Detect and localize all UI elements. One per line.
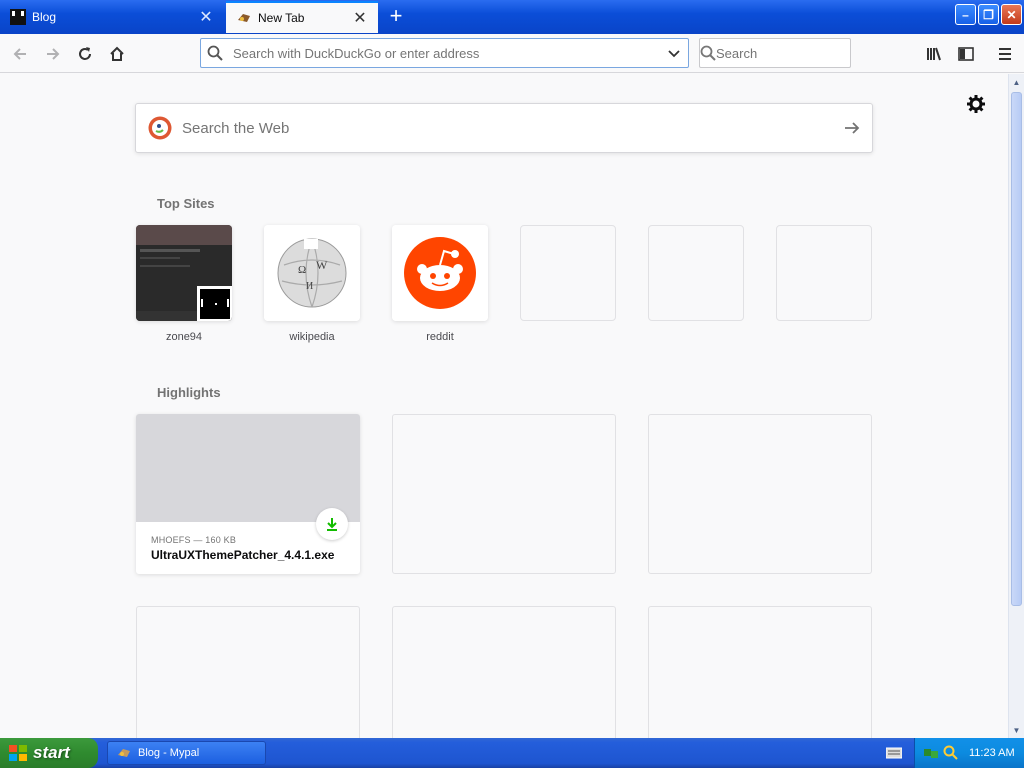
library-icon[interactable] <box>920 40 948 68</box>
scroll-down-icon[interactable]: ▼ <box>1009 722 1024 738</box>
highlight-placeholder <box>392 606 616 738</box>
search-bar[interactable] <box>699 38 892 68</box>
top-site-zone94[interactable] <box>136 225 232 321</box>
svg-text:Ω: Ω <box>298 264 306 276</box>
zone94-screenshot-icon <box>136 225 232 321</box>
close-tab-icon[interactable]: ✕ <box>198 9 214 26</box>
start-label: start <box>33 743 70 762</box>
top-site-label: wikipedia <box>289 331 335 343</box>
search-icon <box>700 45 716 61</box>
arrow-right-icon[interactable] <box>832 118 872 138</box>
highlight-card[interactable]: MHOEFS — 160 KB UltraUXThemePatcher_4.4.… <box>136 414 360 574</box>
taskbar: start Blog - Mypal 11:23 AM <box>0 738 1024 768</box>
highlight-title: UltraUXThemePatcher_4.4.1.exe <box>151 548 335 562</box>
start-button[interactable]: start <box>0 738 98 768</box>
url-bar[interactable] <box>200 38 689 68</box>
mypal-favicon-icon <box>118 749 130 757</box>
highlight-thumbnail <box>136 414 360 522</box>
web-search-input[interactable] <box>182 119 832 137</box>
blog-favicon-icon <box>10 9 26 25</box>
new-tab-page: Top Sites zone94 Ω W И wikipedia <box>0 74 1008 738</box>
menu-icon[interactable] <box>991 40 1019 68</box>
back-icon[interactable] <box>6 40 34 68</box>
top-site-label: zone94 <box>165 331 203 343</box>
tab-label: Blog <box>32 10 57 24</box>
mypal-favicon-icon <box>236 10 252 26</box>
new-tab-plus-icon[interactable]: + <box>384 4 408 28</box>
system-tray: 11:23 AM <box>914 738 1024 768</box>
close-tab-icon[interactable]: ✕ <box>352 10 368 27</box>
highlight-placeholder <box>648 606 872 738</box>
taskbar-item-label: Blog - Mypal <box>138 747 200 759</box>
tab-bar: Blog ✕ New Tab ✕ + – ❐ ✕ <box>0 0 1024 34</box>
highlights-heading: Highlights <box>157 385 221 400</box>
download-icon <box>316 508 348 540</box>
wikipedia-globe-icon: Ω W И <box>264 225 360 321</box>
url-input[interactable] <box>229 40 660 66</box>
top-site-label: reddit <box>426 331 454 343</box>
vertical-scrollbar[interactable]: ▲ ▼ <box>1008 74 1024 738</box>
highlight-placeholder <box>136 606 360 738</box>
minimize-icon[interactable]: – <box>955 4 976 25</box>
scrollbar-thumb[interactable] <box>1011 92 1022 606</box>
keyboard-icon[interactable] <box>886 746 902 760</box>
tab-new-tab[interactable]: New Tab ✕ <box>226 1 378 33</box>
scroll-up-icon[interactable]: ▲ <box>1009 74 1024 90</box>
windows-flag-icon <box>9 745 27 761</box>
taskbar-item-mypal[interactable]: Blog - Mypal <box>107 741 266 765</box>
highlight-meta: MHOEFS — 160 KB <box>151 535 237 545</box>
gear-icon[interactable] <box>966 94 986 114</box>
top-site-empty[interactable] <box>648 225 744 321</box>
tab-blog[interactable]: Blog ✕ <box>0 1 224 33</box>
svg-text:И: И <box>306 281 313 292</box>
highlight-placeholder <box>392 414 616 574</box>
tab-label: New Tab <box>258 11 305 25</box>
home-icon[interactable] <box>103 40 131 68</box>
top-sites-heading: Top Sites <box>157 196 215 211</box>
duckduckgo-icon <box>148 116 172 140</box>
sidebar-icon[interactable] <box>952 40 980 68</box>
highlight-placeholder <box>648 414 872 574</box>
reload-icon[interactable] <box>71 40 99 68</box>
web-search-box[interactable] <box>135 103 873 153</box>
top-site-wikipedia[interactable]: Ω W И <box>264 225 360 321</box>
top-site-reddit[interactable] <box>392 225 488 321</box>
forward-icon[interactable] <box>39 40 67 68</box>
close-window-icon[interactable]: ✕ <box>1001 4 1022 25</box>
top-site-empty[interactable] <box>776 225 872 321</box>
network-icon[interactable] <box>923 745 939 761</box>
magnifier-icon[interactable] <box>943 745 959 761</box>
search-icon <box>201 45 229 61</box>
dropdown-chevron-icon[interactable] <box>660 46 688 60</box>
clock: 11:23 AM <box>969 747 1015 759</box>
search-input[interactable] <box>716 40 892 66</box>
svg-text:W: W <box>316 258 328 272</box>
restore-icon[interactable]: ❐ <box>978 4 999 25</box>
reddit-icon <box>392 225 488 321</box>
top-site-empty[interactable] <box>520 225 616 321</box>
